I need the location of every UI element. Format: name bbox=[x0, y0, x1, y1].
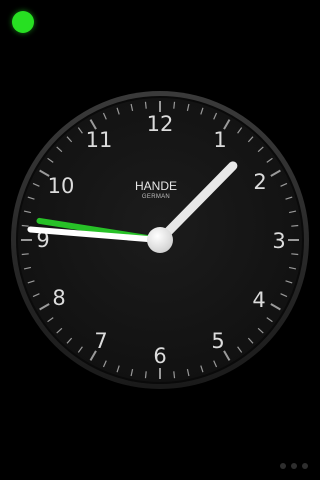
minute-tick bbox=[21, 224, 29, 227]
brand-name: HANDE bbox=[135, 179, 177, 193]
numeral-12: 12 bbox=[147, 112, 174, 136]
analog-clock: 12 1 2 3 4 5 6 7 8 9 10 11 HANDE GERMAN bbox=[11, 91, 309, 389]
numeral-5: 5 bbox=[211, 329, 224, 353]
center-cap bbox=[147, 227, 173, 253]
numeral-1: 1 bbox=[213, 128, 226, 152]
brand-subtitle: GERMAN bbox=[142, 194, 170, 200]
page-indicator[interactable] bbox=[280, 463, 308, 469]
page-dot[interactable] bbox=[302, 463, 308, 469]
page-dot[interactable] bbox=[291, 463, 297, 469]
minute-tick bbox=[291, 224, 299, 227]
numeral-7: 7 bbox=[94, 329, 107, 353]
numeral-8: 8 bbox=[52, 286, 65, 310]
minute-tick bbox=[173, 371, 176, 379]
numeral-4: 4 bbox=[252, 288, 265, 312]
numeral-11: 11 bbox=[86, 128, 113, 152]
page-dot[interactable] bbox=[280, 463, 286, 469]
minute-tick bbox=[144, 101, 147, 109]
minute-tick bbox=[173, 101, 176, 109]
minute-tick bbox=[291, 253, 299, 256]
numeral-6: 6 bbox=[153, 344, 166, 368]
numeral-10: 10 bbox=[48, 174, 75, 198]
numeral-2: 2 bbox=[253, 170, 266, 194]
minute-tick bbox=[21, 253, 29, 256]
numeral-3: 3 bbox=[272, 229, 285, 253]
clock-screen: 12 1 2 3 4 5 6 7 8 9 10 11 HANDE GERMAN bbox=[0, 0, 320, 480]
minute-tick bbox=[144, 371, 147, 379]
